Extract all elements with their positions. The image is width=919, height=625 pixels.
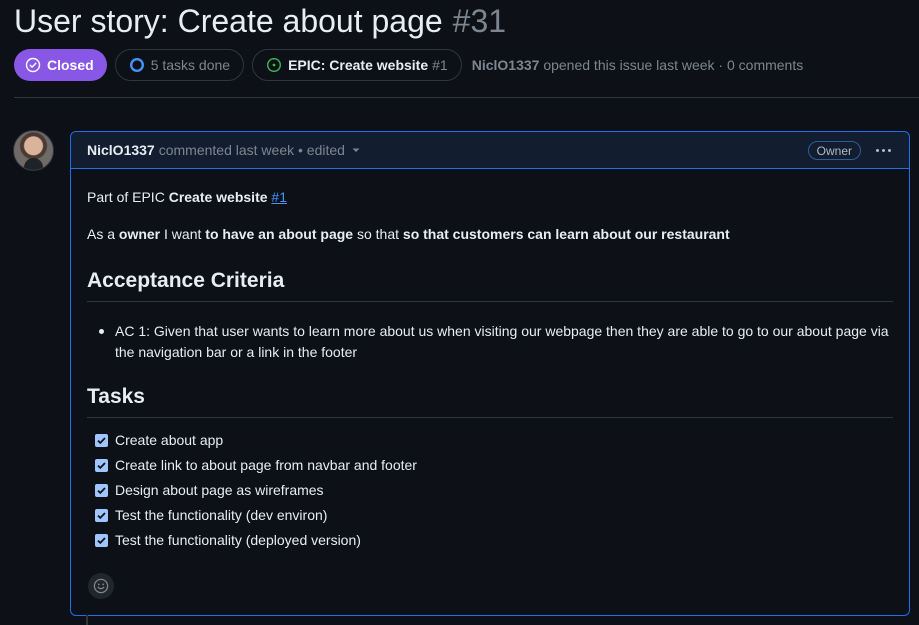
comment-author[interactable]: NiclO1337 (87, 142, 155, 158)
owner-badge: Owner (807, 141, 861, 160)
checkbox-icon[interactable] (95, 508, 108, 522)
task-label: Design about page as wireframes (115, 482, 324, 498)
story-goal: to have an about page (205, 226, 354, 242)
header-divider (14, 97, 919, 98)
smiley-icon[interactable] (88, 573, 114, 599)
status-label: Closed (47, 57, 94, 73)
epic-reference-prefix: Part of EPIC (87, 189, 165, 205)
story-text-3: so that (353, 226, 403, 242)
checkbox-icon[interactable] (95, 483, 108, 497)
task-item: Create link to about page from navbar an… (95, 457, 417, 473)
tasks-progress-pill[interactable]: 5 tasks done (114, 49, 245, 81)
checkbox-icon[interactable] (95, 533, 108, 547)
epic-label: EPIC: Create website (288, 57, 429, 73)
tasks-heading: Tasks (87, 385, 893, 418)
issue-opener: NiclO1337 opened this issue last week · … (472, 57, 804, 73)
user-story-text: As a owner I want to have an about page … (87, 226, 730, 242)
issue-meta: Closed 5 tasks done EPIC: Create website… (14, 49, 803, 81)
story-text-2: I want (160, 226, 206, 242)
checkbox-icon[interactable] (95, 458, 108, 472)
issue-title: User story: Create about page (14, 3, 443, 39)
story-text-1: As a (87, 226, 119, 242)
opener-text: opened this issue last week · 0 comments (543, 57, 804, 73)
caret-down-icon[interactable] (351, 145, 361, 155)
task-label: Create about app (115, 432, 224, 448)
epic-reference-link[interactable]: #1 (271, 189, 287, 205)
task-label: Create link to about page from navbar an… (115, 457, 417, 473)
check-circle-icon (25, 57, 41, 73)
story-role: owner (118, 226, 161, 242)
epic-reference: Part of EPIC Create website #1 (87, 189, 287, 205)
issue-open-icon (266, 57, 282, 73)
list-item: AC 1: Given that user wants to learn mor… (97, 321, 893, 363)
timeline-line (86, 615, 88, 625)
task-item: Test the functionality (dev environ) (95, 507, 327, 523)
story-benefit: so that customers can learn about our re… (402, 226, 730, 242)
acceptance-criteria-heading: Acceptance Criteria (87, 269, 893, 302)
epic-number: #1 (432, 57, 448, 73)
task-item: Design about page as wireframes (95, 482, 324, 498)
opener-username[interactable]: NiclO1337 (472, 57, 540, 73)
avatar[interactable] (13, 130, 54, 171)
progress-circle-icon (129, 57, 145, 73)
issue-number: #31 (452, 3, 507, 39)
task-item: Test the functionality (deployed version… (95, 532, 361, 548)
status-badge: Closed (14, 49, 107, 81)
kebab-icon[interactable] (876, 141, 891, 159)
parent-epic-link[interactable]: EPIC: Create website #1 (252, 49, 462, 81)
comment-box: NiclO1337 commented last week • edited O… (70, 131, 910, 616)
tasks-done-label: 5 tasks done (150, 57, 231, 73)
task-item: Create about app (95, 432, 223, 448)
checkbox-icon[interactable] (95, 433, 108, 447)
epic-reference-name: Create website (168, 189, 268, 205)
comment-header: NiclO1337 commented last week • edited O… (71, 132, 909, 169)
task-label: Test the functionality (deployed version… (115, 532, 361, 548)
issue-title-row: User story: Create about page #31 (14, 3, 506, 40)
comment-meta[interactable]: commented last week • edited (159, 142, 345, 158)
task-label: Test the functionality (dev environ) (115, 507, 328, 523)
